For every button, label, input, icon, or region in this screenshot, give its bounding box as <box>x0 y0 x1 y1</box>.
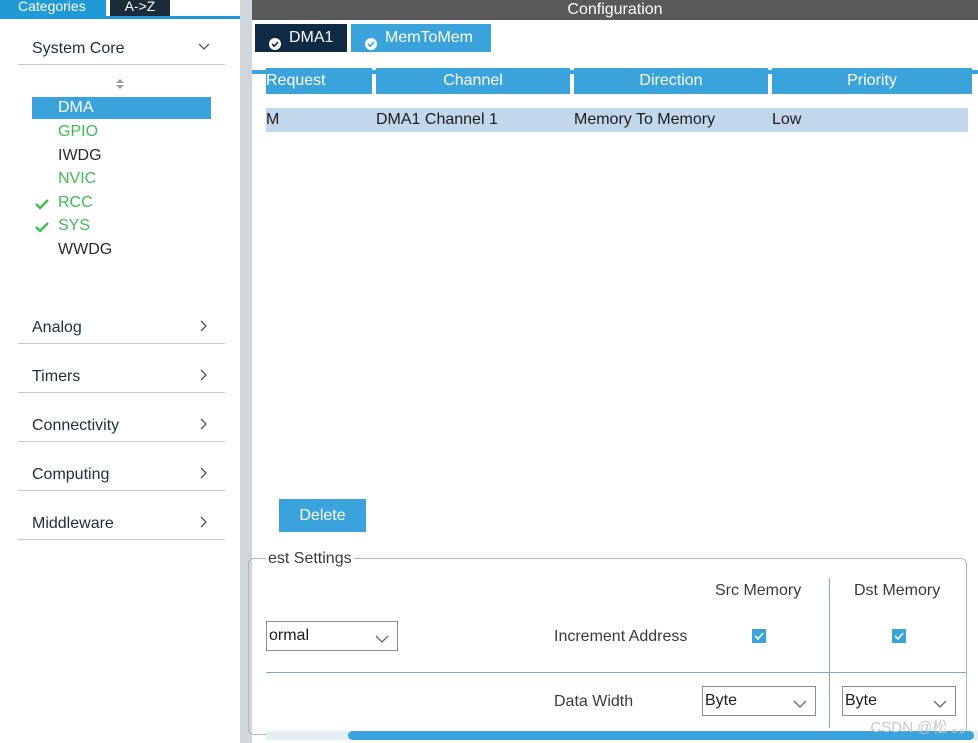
list-item-dma[interactable]: DMA <box>32 97 211 119</box>
column-header-request[interactable]: Request <box>266 68 372 94</box>
list-item-sys[interactable]: SYS <box>32 215 211 237</box>
category-system-core[interactable]: System Core <box>18 30 225 65</box>
src-increment-checkbox[interactable] <box>752 629 766 643</box>
check-circle-icon <box>365 32 377 50</box>
src-data-width-select[interactable]: Byte <box>702 686 816 716</box>
column-header-priority[interactable]: Priority <box>772 68 972 94</box>
category-label: Middleware <box>32 515 114 532</box>
chevron-right-icon <box>197 319 211 333</box>
chevron-down-icon <box>197 40 211 54</box>
src-memory-label: Src Memory <box>715 582 802 599</box>
chevron-down-icon <box>793 696 807 708</box>
category-computing[interactable]: Computing <box>18 456 225 491</box>
list-item-nvic[interactable]: NVIC <box>32 168 211 190</box>
check-icon <box>34 219 50 233</box>
configuration-panel: Configuration DMA1 MemToMem Request Chan… <box>248 0 978 743</box>
chevron-down-icon <box>933 696 947 708</box>
category-middleware[interactable]: Middleware <box>18 505 225 540</box>
list-item-wwdg[interactable]: WWDG <box>32 239 211 261</box>
check-circle-icon <box>269 32 281 50</box>
configuration-title: Configuration <box>252 0 978 20</box>
tab-underline <box>0 16 240 19</box>
cell-request: M <box>266 111 280 128</box>
item-label: DMA <box>58 99 94 116</box>
sort-icon[interactable] <box>114 76 126 92</box>
category-analog[interactable]: Analog <box>18 309 225 344</box>
column-header-channel[interactable]: Channel <box>376 68 570 94</box>
row-divider <box>266 672 966 673</box>
item-label: GPIO <box>58 123 99 140</box>
column-header-direction[interactable]: Direction <box>574 68 768 94</box>
settings-title: est Settings <box>266 550 354 568</box>
chevron-right-icon <box>197 417 211 431</box>
tab-categories[interactable]: Categories <box>0 0 106 16</box>
tab-label: MemToMem <box>385 29 474 46</box>
chevron-right-icon <box>197 466 211 480</box>
select-value: Byte <box>845 692 878 709</box>
tab-a-z[interactable]: A->Z <box>110 0 170 16</box>
list-item-iwdg[interactable]: IWDG <box>32 145 211 167</box>
tab-memtomem[interactable]: MemToMem <box>351 24 491 52</box>
select-value: ormal <box>269 627 310 644</box>
dst-increment-checkbox[interactable] <box>892 629 906 643</box>
select-value: Byte <box>705 692 738 709</box>
dst-data-width-select[interactable]: Byte <box>842 686 956 716</box>
category-timers[interactable]: Timers <box>18 358 225 393</box>
categories-panel: Categories A->Z System Core DMA GPIO IWD… <box>0 0 240 743</box>
category-label: Computing <box>32 466 110 483</box>
category-connectivity[interactable]: Connectivity <box>18 407 225 442</box>
chevron-down-icon <box>375 631 389 643</box>
mode-tab-bar: DMA1 MemToMem <box>252 20 978 74</box>
mode-select[interactable]: ormal <box>266 621 398 651</box>
category-label: Timers <box>32 368 81 385</box>
dst-memory-label: Dst Memory <box>854 582 941 599</box>
cell-channel: DMA1 Channel 1 <box>376 111 498 128</box>
item-label: RCC <box>58 194 93 211</box>
list-item-rcc[interactable]: RCC <box>32 192 211 214</box>
item-label: IWDG <box>58 147 102 164</box>
delete-button[interactable]: Delete <box>279 499 366 532</box>
check-icon <box>34 196 50 210</box>
tab-label: DMA1 <box>289 29 334 46</box>
category-label: System Core <box>32 40 125 57</box>
item-label: NVIC <box>58 170 97 187</box>
chevron-right-icon <box>197 515 211 529</box>
category-label: Connectivity <box>32 417 120 434</box>
data-width-label: Data Width <box>554 693 634 710</box>
chevron-right-icon <box>197 368 211 382</box>
increment-address-label: Increment Address <box>554 628 688 645</box>
cell-direction: Memory To Memory <box>574 111 716 128</box>
table-row[interactable]: M DMA1 Channel 1 Memory To Memory Low <box>266 108 968 132</box>
cell-priority: Low <box>772 111 802 128</box>
list-item-gpio[interactable]: GPIO <box>32 121 211 143</box>
category-label: Analog <box>32 319 82 336</box>
column-divider <box>829 578 830 728</box>
item-label: SYS <box>58 217 91 234</box>
tab-dma1[interactable]: DMA1 <box>255 24 347 52</box>
watermark: CSDN @松 。。 <box>870 719 974 736</box>
item-label: WWDG <box>58 241 113 258</box>
